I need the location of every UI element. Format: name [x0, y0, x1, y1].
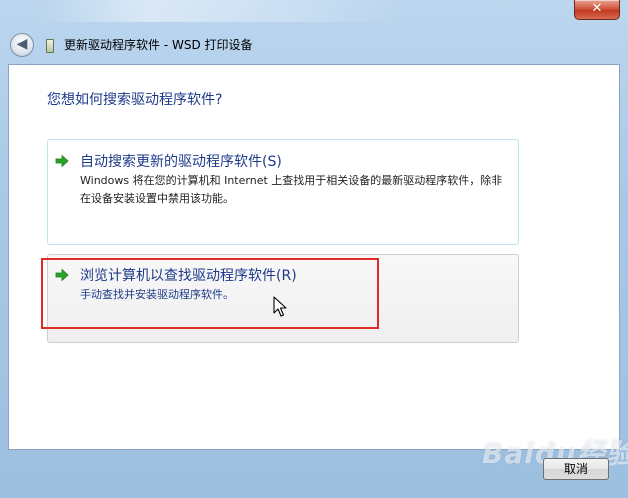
back-arrow-icon: ◀: [16, 36, 28, 52]
option-description: Windows 将在您的计算机和 Internet 上查找用于相关设备的最新驱动…: [80, 174, 503, 205]
mouse-cursor-icon: [273, 296, 287, 317]
titlebar-glass: [40, 0, 400, 22]
close-button[interactable]: ✕: [574, 0, 620, 20]
close-icon: ✕: [591, 1, 603, 16]
wizard-content: 您想如何搜索驱动程序软件? 自动搜索更新的驱动程序软件(S) Windows 将…: [8, 64, 620, 450]
page-question: 您想如何搜索驱动程序软件?: [47, 92, 223, 108]
navigation-bar: ◀ 更新驱动程序软件 - WSD 打印设备: [8, 30, 620, 62]
window-title: 更新驱动程序软件 - WSD 打印设备: [64, 38, 253, 52]
cancel-button[interactable]: 取消: [543, 458, 609, 480]
device-icon: [46, 39, 54, 53]
green-arrow-icon: [55, 154, 69, 168]
option-auto-search[interactable]: 自动搜索更新的驱动程序软件(S) Windows 将在您的计算机和 Intern…: [47, 139, 519, 245]
back-button[interactable]: ◀: [10, 33, 34, 57]
annotation-highlight-box: [41, 258, 379, 329]
option-title: 自动搜索更新的驱动程序软件(S): [80, 154, 282, 170]
window-frame: ✕ ◀ 更新驱动程序软件 - WSD 打印设备 您想如何搜索驱动程序软件? 自动…: [0, 0, 628, 498]
